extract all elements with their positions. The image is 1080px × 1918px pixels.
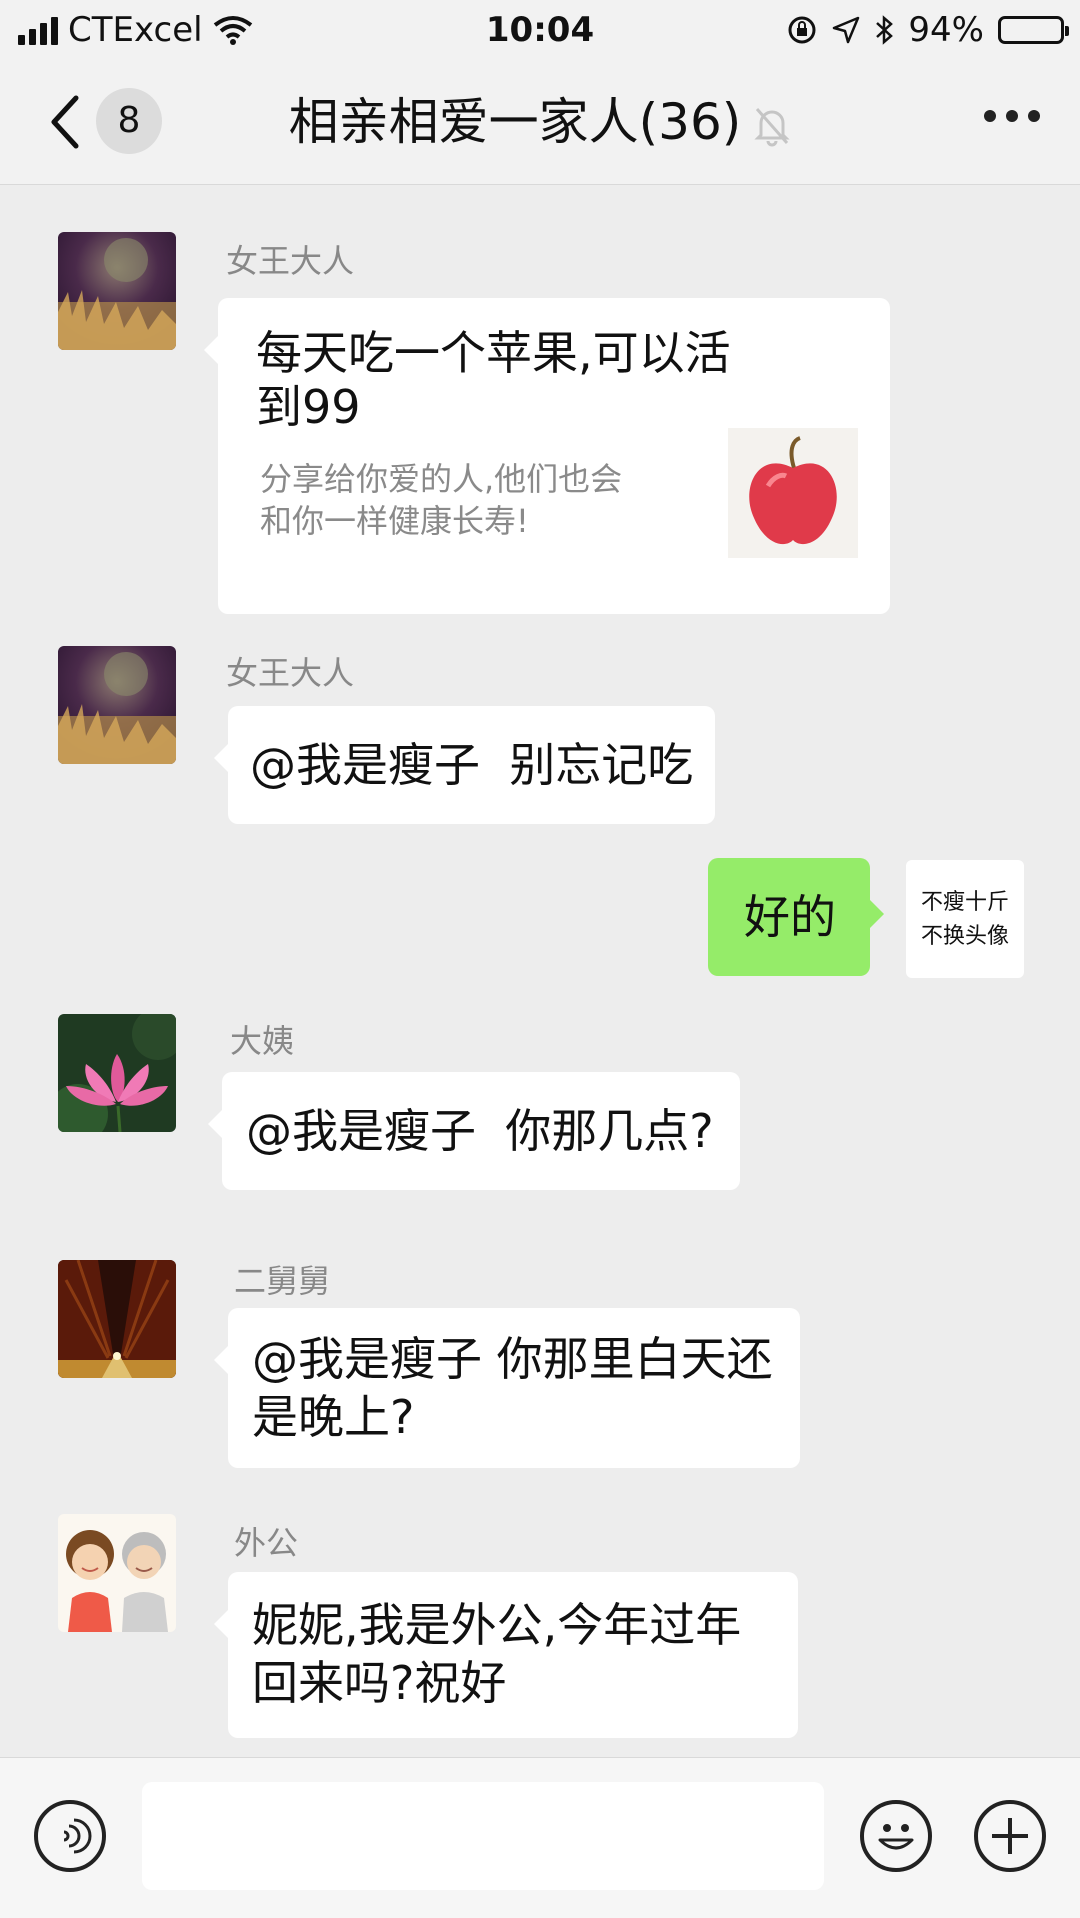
input-bar	[0, 1757, 1080, 1918]
avatar[interactable]	[58, 646, 176, 764]
avatar[interactable]	[58, 232, 176, 350]
avatar[interactable]	[58, 1260, 176, 1378]
location-arrow-icon	[833, 16, 860, 44]
apple-thumbnail	[728, 428, 858, 558]
plus-icon[interactable]	[974, 1800, 1046, 1872]
battery-icon	[998, 16, 1069, 44]
sender-name: 二舅舅	[234, 1262, 331, 1300]
status-bar: CTExcel 10:04 94%	[0, 0, 1080, 60]
chat-header: 8 相亲相爱一家人(36)	[0, 60, 1080, 185]
sender-name: 女王大人	[226, 654, 355, 692]
message-bubble[interactable]: @我是瘦子 别忘记吃	[213, 706, 716, 824]
link-description: 分享给你爱的人,他们也会和你一样健康长寿!	[260, 460, 623, 540]
avatar[interactable]	[58, 1514, 176, 1632]
chat-title: 相亲相爱一家人(36)	[288, 93, 742, 151]
message-bubble[interactable]: @我是瘦子 你那几点?	[208, 1072, 740, 1190]
message-bubble[interactable]: 妮妮,我是外公,今年过年回来吗?祝好	[214, 1572, 798, 1738]
message-bubble-self[interactable]: 好的	[708, 858, 884, 976]
bluetooth-icon	[876, 15, 894, 45]
more-icon[interactable]	[984, 110, 1040, 122]
mute-bell-icon	[754, 107, 790, 146]
voice-icon[interactable]	[34, 1800, 106, 1872]
self-avatar-text-2: 不换头像	[920, 924, 1009, 949]
message-bubble[interactable]: @我是瘦子 你那里白天还是晚上?	[214, 1308, 800, 1468]
status-right: 94%	[786, 8, 1069, 52]
avatar[interactable]	[58, 1014, 176, 1132]
sender-name: 女王大人	[226, 242, 355, 280]
link-title: 每天吃一个苹果,可以活到99	[256, 326, 731, 434]
message-input[interactable]	[142, 1782, 824, 1890]
sender-name: 大姨	[230, 1022, 295, 1060]
battery-percent: 94%	[908, 10, 984, 50]
sender-name: 外公	[234, 1524, 299, 1562]
chat-title-wrap[interactable]: 相亲相爱一家人(36)	[0, 90, 1080, 154]
self-avatar[interactable]: 不瘦十斤 不换头像	[906, 860, 1024, 978]
link-card[interactable]: 每天吃一个苹果,可以活到99 分享给你爱的人,他们也会和你一样健康长寿!	[204, 298, 890, 614]
emoji-icon[interactable]	[860, 1800, 932, 1872]
self-avatar-text-1: 不瘦十斤	[920, 890, 1009, 915]
rotation-lock-icon	[788, 16, 816, 44]
